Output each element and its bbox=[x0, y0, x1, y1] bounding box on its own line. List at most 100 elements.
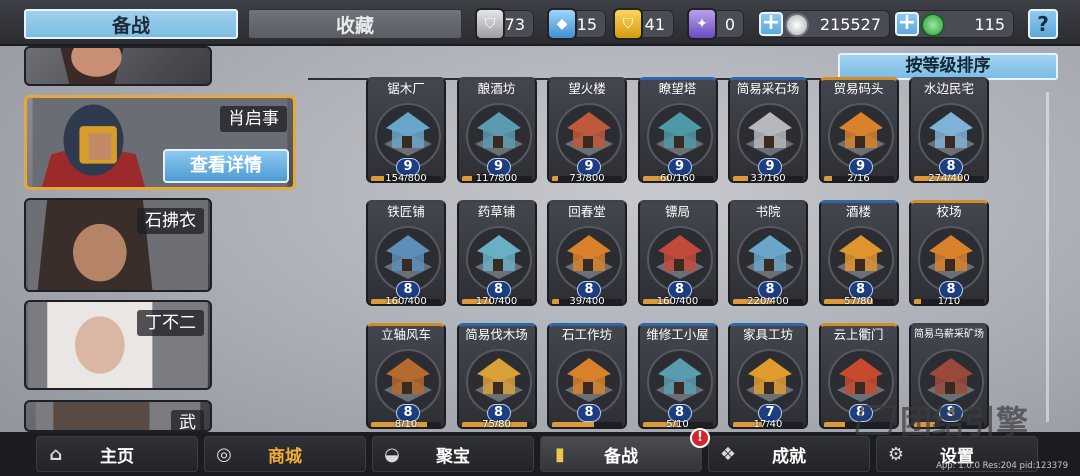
building-name: 瞭望塔 bbox=[658, 81, 697, 96]
building-name: 药草铺 bbox=[477, 204, 516, 219]
progress-text: 170/400 bbox=[475, 296, 518, 306]
nav-home[interactable]: ⌂ 主页 bbox=[36, 436, 198, 472]
building-card[interactable]: 酿酒坊 9 117/800 bbox=[456, 77, 537, 183]
card-icon: ▮ bbox=[555, 444, 565, 465]
building-name: 校场 bbox=[936, 204, 962, 219]
nav-achievements[interactable]: ❖ 成就 bbox=[708, 436, 870, 472]
hero-card-selected[interactable]: 肖启事 查看详情 bbox=[24, 95, 296, 190]
nav-shop[interactable]: ◎ 商城 bbox=[204, 436, 366, 472]
resource-purple-crest: ✦ 0 bbox=[687, 8, 744, 40]
progress-text: 220/400 bbox=[747, 296, 789, 306]
hero-card[interactable]: 武 bbox=[24, 400, 212, 432]
tab-collection[interactable]: 收藏 bbox=[248, 9, 462, 39]
building-card[interactable]: 书院 8 220/400 bbox=[728, 200, 808, 306]
building-card[interactable]: 镖局 8 160/400 bbox=[637, 200, 718, 306]
silver-coin-icon bbox=[785, 13, 809, 37]
building-card[interactable]: 校场 8 1/10 bbox=[909, 200, 989, 306]
gear-icon: ⚙ bbox=[887, 444, 905, 465]
view-details-button[interactable]: 查看详情 bbox=[163, 149, 289, 183]
building-name: 望火楼 bbox=[568, 81, 606, 96]
progress-text: 274/400 bbox=[928, 173, 970, 183]
building-name: 维修工小屋 bbox=[646, 327, 709, 342]
building-card[interactable]: 瞭望塔 9 60/160 bbox=[637, 77, 718, 183]
hero-card[interactable]: 丁不二 bbox=[24, 300, 212, 390]
building-card[interactable]: 家具工坊 7 17/40 bbox=[728, 323, 808, 429]
building-card[interactable]: 石工作坊 8 bbox=[547, 323, 627, 429]
building-name: 镖局 bbox=[664, 204, 690, 219]
hero-name: 石拂衣 bbox=[137, 208, 204, 234]
resource-gold-shield: ⛉ 41 bbox=[613, 8, 674, 40]
progress-text: 17/40 bbox=[753, 419, 783, 429]
building-name: 云上衢门 bbox=[833, 327, 884, 342]
building-name: 酿酒坊 bbox=[477, 81, 516, 96]
hero-name: 肖启事 bbox=[220, 106, 287, 132]
building-card[interactable]: 回春堂 8 39/400 bbox=[547, 200, 627, 306]
building-card[interactable]: 望火楼 9 73/800 bbox=[547, 77, 627, 183]
add-silver-button[interactable]: + bbox=[759, 12, 783, 36]
building-name: 石工作坊 bbox=[561, 327, 612, 342]
upgrade-progress-bar bbox=[552, 422, 622, 427]
building-card[interactable]: 简易伐木场 8 75/80 bbox=[456, 323, 537, 429]
purple-crest-icon: ✦ bbox=[687, 8, 717, 40]
progress-text: 1/10 bbox=[937, 296, 961, 306]
building-name: 立轴风车 bbox=[380, 327, 431, 342]
currency-silver: + 215527 bbox=[759, 10, 890, 38]
engine-watermark: 团结引擎 bbox=[854, 400, 1048, 441]
blue-crystal-icon: ◆ bbox=[547, 8, 577, 40]
building-card[interactable]: 维修工小屋 8 5/10 bbox=[637, 323, 718, 429]
sort-by-level-button[interactable]: 按等级排序 bbox=[838, 53, 1058, 80]
hero-portrait bbox=[60, 48, 124, 84]
hero-name: 武 bbox=[171, 410, 204, 430]
jade-coin-icon bbox=[921, 13, 945, 37]
progress-text: 57/80 bbox=[844, 296, 873, 306]
progress-text: 160/400 bbox=[385, 296, 427, 306]
building-card[interactable]: 药草铺 8 170/400 bbox=[456, 200, 537, 306]
notification-badge: ! bbox=[690, 428, 710, 448]
add-jade-button[interactable]: + bbox=[895, 12, 919, 36]
building-name: 书院 bbox=[755, 204, 781, 219]
tab-prepare[interactable]: 备战 bbox=[24, 9, 238, 39]
building-card[interactable]: 锯木厂 9 154/800 bbox=[366, 77, 446, 183]
progress-text: 8/10 bbox=[394, 419, 418, 429]
building-card[interactable]: 简易采石场 9 33/160 bbox=[728, 77, 808, 183]
building-name: 锯木厂 bbox=[387, 81, 425, 96]
building-card[interactable]: 水边民宅 8 274/400 bbox=[909, 77, 989, 183]
nav-treasure[interactable]: ◒ 聚宝 bbox=[372, 436, 534, 472]
building-card[interactable]: 立轴风车 8 8/10 bbox=[366, 323, 446, 429]
building-name: 贸易码头 bbox=[833, 81, 884, 96]
hero-name: 丁不二 bbox=[137, 310, 204, 336]
progress-fill bbox=[823, 422, 845, 427]
progress-text: 117/800 bbox=[475, 173, 518, 183]
resource-silver-shield: ⛉ 73 bbox=[475, 8, 534, 40]
top-bar: 备战 收藏 ⛉ 73 ◆ 15 ⛉ 41 ✦ 0 + 215527 + 115 … bbox=[0, 0, 1080, 46]
building-name: 回春堂 bbox=[568, 204, 606, 219]
build-info: App: 1.0.0 Res:204 pid:123379 bbox=[936, 461, 1068, 471]
progress-text: 39/400 bbox=[569, 296, 605, 306]
hero-card-top[interactable] bbox=[24, 46, 212, 86]
building-card[interactable]: 酒楼 8 57/80 bbox=[818, 200, 899, 306]
building-name: 酒楼 bbox=[845, 204, 871, 219]
nav-prepare[interactable]: ▮ 备战 bbox=[540, 436, 702, 472]
hero-card[interactable]: 石拂衣 bbox=[24, 198, 212, 292]
home-icon: ⌂ bbox=[49, 444, 63, 465]
building-name: 简易伐木场 bbox=[465, 327, 528, 342]
treasure-bowl-icon: ◒ bbox=[384, 444, 400, 465]
gold-shield-icon: ⛉ bbox=[613, 8, 643, 40]
resource-blue-crystal: ◆ 15 bbox=[547, 8, 606, 40]
building-card[interactable]: 贸易码头 9 2/16 bbox=[818, 77, 899, 183]
scrollbar[interactable] bbox=[1046, 92, 1049, 422]
help-button[interactable]: ? bbox=[1028, 9, 1058, 39]
building-name: 简易乌薪采矿场 bbox=[914, 329, 984, 340]
progress-text: 33/160 bbox=[750, 173, 786, 183]
progress-text: 154/800 bbox=[385, 173, 427, 183]
progress-text: 160/400 bbox=[656, 296, 699, 306]
silver-shield-icon: ⛉ bbox=[475, 8, 505, 40]
progress-text: 73/800 bbox=[569, 173, 605, 183]
progress-text: 2/16 bbox=[847, 173, 870, 183]
engine-logo-icon bbox=[854, 405, 898, 435]
building-card[interactable]: 铁匠铺 8 160/400 bbox=[366, 200, 446, 306]
progress-text: 75/80 bbox=[482, 419, 511, 429]
currency-jade: + 115 bbox=[895, 10, 1014, 38]
blocks-icon: ❖ bbox=[719, 444, 737, 465]
building-name: 铁匠铺 bbox=[387, 204, 425, 219]
